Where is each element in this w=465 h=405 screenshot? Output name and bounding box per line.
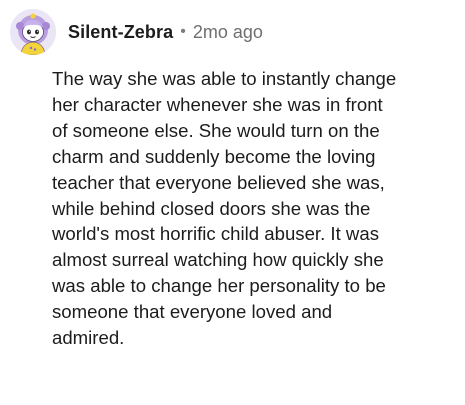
- comment-body-line: The way she was able to instantly change: [52, 68, 397, 89]
- comment-body-line: of someone else. She would turn on the: [52, 119, 380, 141]
- comment-body-line: her character whenever she was in front: [52, 93, 383, 115]
- comment-header: Silent-Zebra • 2mo ago: [10, 6, 263, 58]
- comment-body-line: teacher that everyone believed she was,: [52, 171, 385, 193]
- comment-body-line: world's most horrific child abuser. It w…: [52, 223, 379, 245]
- avatar[interactable]: [10, 9, 56, 55]
- comment-body-line: was able to change her personality to be: [52, 275, 386, 297]
- comment-body-line: charm and suddenly become the loving: [52, 145, 376, 167]
- comment-body-line: admired.: [52, 327, 125, 349]
- snoovatar-icon: [10, 9, 56, 55]
- author-name[interactable]: Silent-Zebra: [68, 22, 173, 43]
- comment: Silent-Zebra • 2mo ago The way she was a…: [0, 0, 465, 405]
- comment-body-line: almost surreal watching how quickly she: [52, 249, 384, 271]
- comment-body-line: someone that everyone loved and: [52, 301, 333, 323]
- meta-separator: •: [180, 23, 186, 40]
- comment-body: The way she was able to instantly change…: [52, 66, 457, 351]
- comment-timestamp[interactable]: 2mo ago: [193, 22, 263, 43]
- thread-line[interactable]: [32, 62, 33, 405]
- comment-body-line: while behind closed doors she was the: [52, 197, 371, 219]
